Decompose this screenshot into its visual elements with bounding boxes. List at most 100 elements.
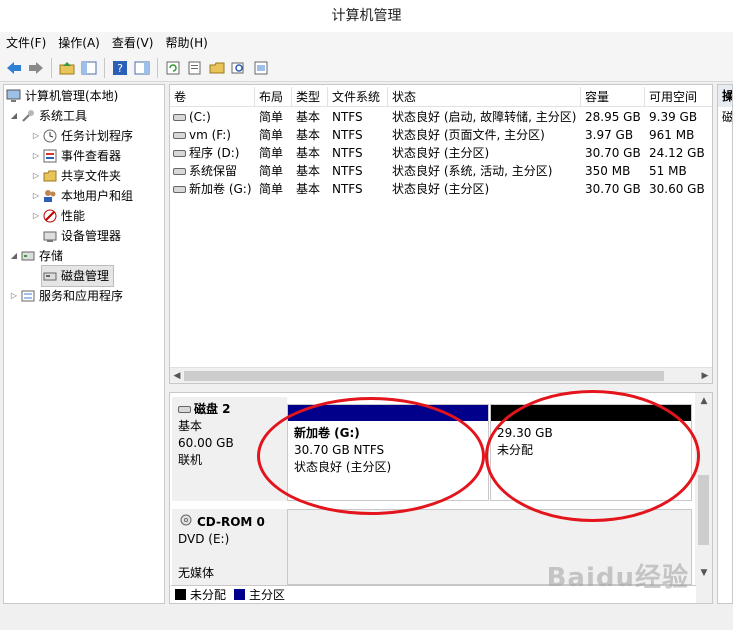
unallocated-bar xyxy=(491,405,691,421)
volume-capacity: 28.95 GB xyxy=(585,110,641,124)
collapse-arrow-icon[interactable]: ▷ xyxy=(30,146,42,166)
volume-name: 程序 (D:) xyxy=(189,146,240,160)
help-icon[interactable]: ? xyxy=(110,58,130,78)
tree-item-system-tools[interactable]: ◢ 系统工具 xyxy=(8,106,87,126)
partition-size: 30.70 GB NTFS xyxy=(294,443,385,457)
table-row[interactable]: 程序 (D:) 简单 基本 NTFS 状态良好 (主分区) 30.70 GB 2… xyxy=(170,144,712,162)
expand-arrow-icon[interactable]: ◢ xyxy=(8,106,20,126)
collapse-arrow-icon[interactable]: ▷ xyxy=(8,286,20,306)
tree-label: 事件查看器 xyxy=(61,149,122,163)
collapse-arrow-icon[interactable]: ▷ xyxy=(30,126,42,146)
volume-free-space: 24.12 GB xyxy=(649,146,705,160)
tree-item-task-scheduler[interactable]: ▷ 任务计划程序 xyxy=(30,126,133,146)
svg-text:?: ? xyxy=(117,62,123,75)
menu-bar: 文件(F) 操作(A) 查看(V) 帮助(H) xyxy=(0,32,733,54)
up-icon[interactable] xyxy=(57,58,77,78)
expand-arrow-icon[interactable]: ◢ xyxy=(8,246,20,266)
vertical-scrollbar[interactable]: ▲ ▼ xyxy=(695,393,712,603)
volume-name: (C:) xyxy=(189,110,211,124)
volume-capacity: 30.70 GB xyxy=(585,146,641,160)
action-pane-icon[interactable] xyxy=(132,58,152,78)
action-pane-item[interactable]: 磁 xyxy=(718,107,732,127)
legend-swatch-primary xyxy=(234,589,246,600)
unallocated-label: 未分配 xyxy=(497,443,534,457)
menu-help[interactable]: 帮助(H) xyxy=(159,32,213,54)
tree-label: 服务和应用程序 xyxy=(39,289,124,303)
tree-item-shared-folders[interactable]: ▷ 共享文件夹 xyxy=(30,166,121,186)
services-icon xyxy=(20,289,36,303)
volume-list-header: 卷 布局 类型 文件系统 状态 容量 可用空间 xyxy=(170,87,712,107)
tree-label: 本地用户和组 xyxy=(61,189,134,203)
table-row[interactable]: vm (F:) 简单 基本 NTFS 状态良好 (页面文件, 主分区) 3.97… xyxy=(170,126,712,144)
volume-layout: 简单 xyxy=(259,164,284,178)
scrollbar-thumb[interactable] xyxy=(184,371,664,381)
open-icon[interactable] xyxy=(207,58,227,78)
properties-icon[interactable] xyxy=(185,58,205,78)
partition-g[interactable]: 新加卷 (G:) 30.70 GB NTFS 状态良好 (主分区) xyxy=(287,404,489,501)
scroll-right-icon[interactable]: ▶ xyxy=(698,368,712,383)
volume-type: 基本 xyxy=(296,146,321,160)
table-row[interactable]: (C:) 简单 基本 NTFS 状态良好 (启动, 故障转储, 主分区) 28.… xyxy=(170,108,712,126)
volume-type: 基本 xyxy=(296,128,321,142)
tree-item-event-viewer[interactable]: ▷ 事件查看器 xyxy=(30,146,121,166)
disk-type: 基本 xyxy=(178,419,203,433)
action-pane: 操 磁 xyxy=(717,84,733,604)
tree-item-device-manager[interactable]: 设备管理器 xyxy=(42,226,121,246)
scroll-up-icon[interactable]: ▲ xyxy=(697,393,711,409)
performance-icon xyxy=(42,209,58,223)
action-pane-header[interactable]: 操 xyxy=(718,85,732,107)
volume-type: 基本 xyxy=(296,110,321,124)
scroll-down-icon[interactable]: ▼ xyxy=(697,565,711,581)
collapse-arrow-icon[interactable]: ▷ xyxy=(30,206,42,226)
tree-label: 设备管理器 xyxy=(61,229,122,243)
cdrom-type: DVD (E:) xyxy=(178,532,230,546)
menu-file[interactable]: 文件(F) xyxy=(0,32,52,54)
volume-free-space: 9.39 GB xyxy=(649,110,698,124)
tree-item-performance[interactable]: ▷ 性能 xyxy=(30,206,85,226)
unallocated-size: 29.30 GB xyxy=(497,426,553,440)
column-header-free-space[interactable]: 可用空间 xyxy=(645,87,712,107)
column-header-capacity[interactable]: 容量 xyxy=(581,87,645,107)
column-header-layout[interactable]: 布局 xyxy=(255,87,292,107)
partition-status: 状态良好 (主分区) xyxy=(294,460,392,474)
column-header-filesystem[interactable]: 文件系统 xyxy=(328,87,388,107)
shared-folder-icon xyxy=(42,169,58,183)
volume-layout: 简单 xyxy=(259,182,284,196)
show-hide-tree-icon[interactable] xyxy=(79,58,99,78)
cdrom-info[interactable]: CD-ROM 0 DVD (E:) 无媒体 xyxy=(172,509,287,585)
horizontal-scrollbar[interactable]: ◀ ▶ xyxy=(170,367,712,383)
tree-label: 存储 xyxy=(39,249,64,263)
volume-capacity: 3.97 GB xyxy=(585,128,634,142)
table-row[interactable]: 系统保留 简单 基本 NTFS 状态良好 (系统, 活动, 主分区) 350 M… xyxy=(170,162,712,180)
column-header-volume[interactable]: 卷 xyxy=(170,87,255,107)
volume-filesystem: NTFS xyxy=(332,146,363,160)
scrollbar-thumb[interactable] xyxy=(698,475,709,545)
export-icon[interactable] xyxy=(251,58,271,78)
menu-action[interactable]: 操作(A) xyxy=(52,32,106,54)
back-icon[interactable] xyxy=(4,58,24,78)
refresh-icon[interactable] xyxy=(163,58,183,78)
search-icon[interactable] xyxy=(229,58,249,78)
tree-item-root[interactable]: 计算机管理(本地) xyxy=(6,86,118,106)
collapse-arrow-icon[interactable]: ▷ xyxy=(30,166,42,186)
forward-icon[interactable] xyxy=(26,58,46,78)
column-header-status[interactable]: 状态 xyxy=(388,87,581,107)
menu-view[interactable]: 查看(V) xyxy=(106,32,160,54)
volume-list: 卷 布局 类型 文件系统 状态 容量 可用空间 (C:) 简单 基本 NTFS … xyxy=(169,84,713,384)
table-row[interactable]: 新加卷 (G:) 简单 基本 NTFS 状态良好 (主分区) 30.70 GB … xyxy=(170,180,712,198)
tree-item-local-users[interactable]: ▷ 本地用户和组 xyxy=(30,186,133,206)
storage-icon xyxy=(20,249,36,263)
volume-layout: 简单 xyxy=(259,146,284,160)
unallocated-space[interactable]: 29.30 GB 未分配 xyxy=(490,404,692,501)
volume-type: 基本 xyxy=(296,182,321,196)
tree-item-services-apps[interactable]: ▷ 服务和应用程序 xyxy=(8,286,123,306)
disk-size: 60.00 GB xyxy=(178,436,234,450)
tree-item-disk-management[interactable]: 磁盘管理 xyxy=(40,265,115,287)
disk-2-info[interactable]: 磁盘 2 基本 60.00 GB 联机 xyxy=(172,397,287,501)
column-header-type[interactable]: 类型 xyxy=(292,87,328,107)
scroll-left-icon[interactable]: ◀ xyxy=(170,368,184,383)
cd-icon xyxy=(178,513,194,527)
toolbar: ? xyxy=(0,54,733,82)
tree-item-storage[interactable]: ◢ 存储 xyxy=(8,246,63,266)
collapse-arrow-icon[interactable]: ▷ xyxy=(30,186,42,206)
